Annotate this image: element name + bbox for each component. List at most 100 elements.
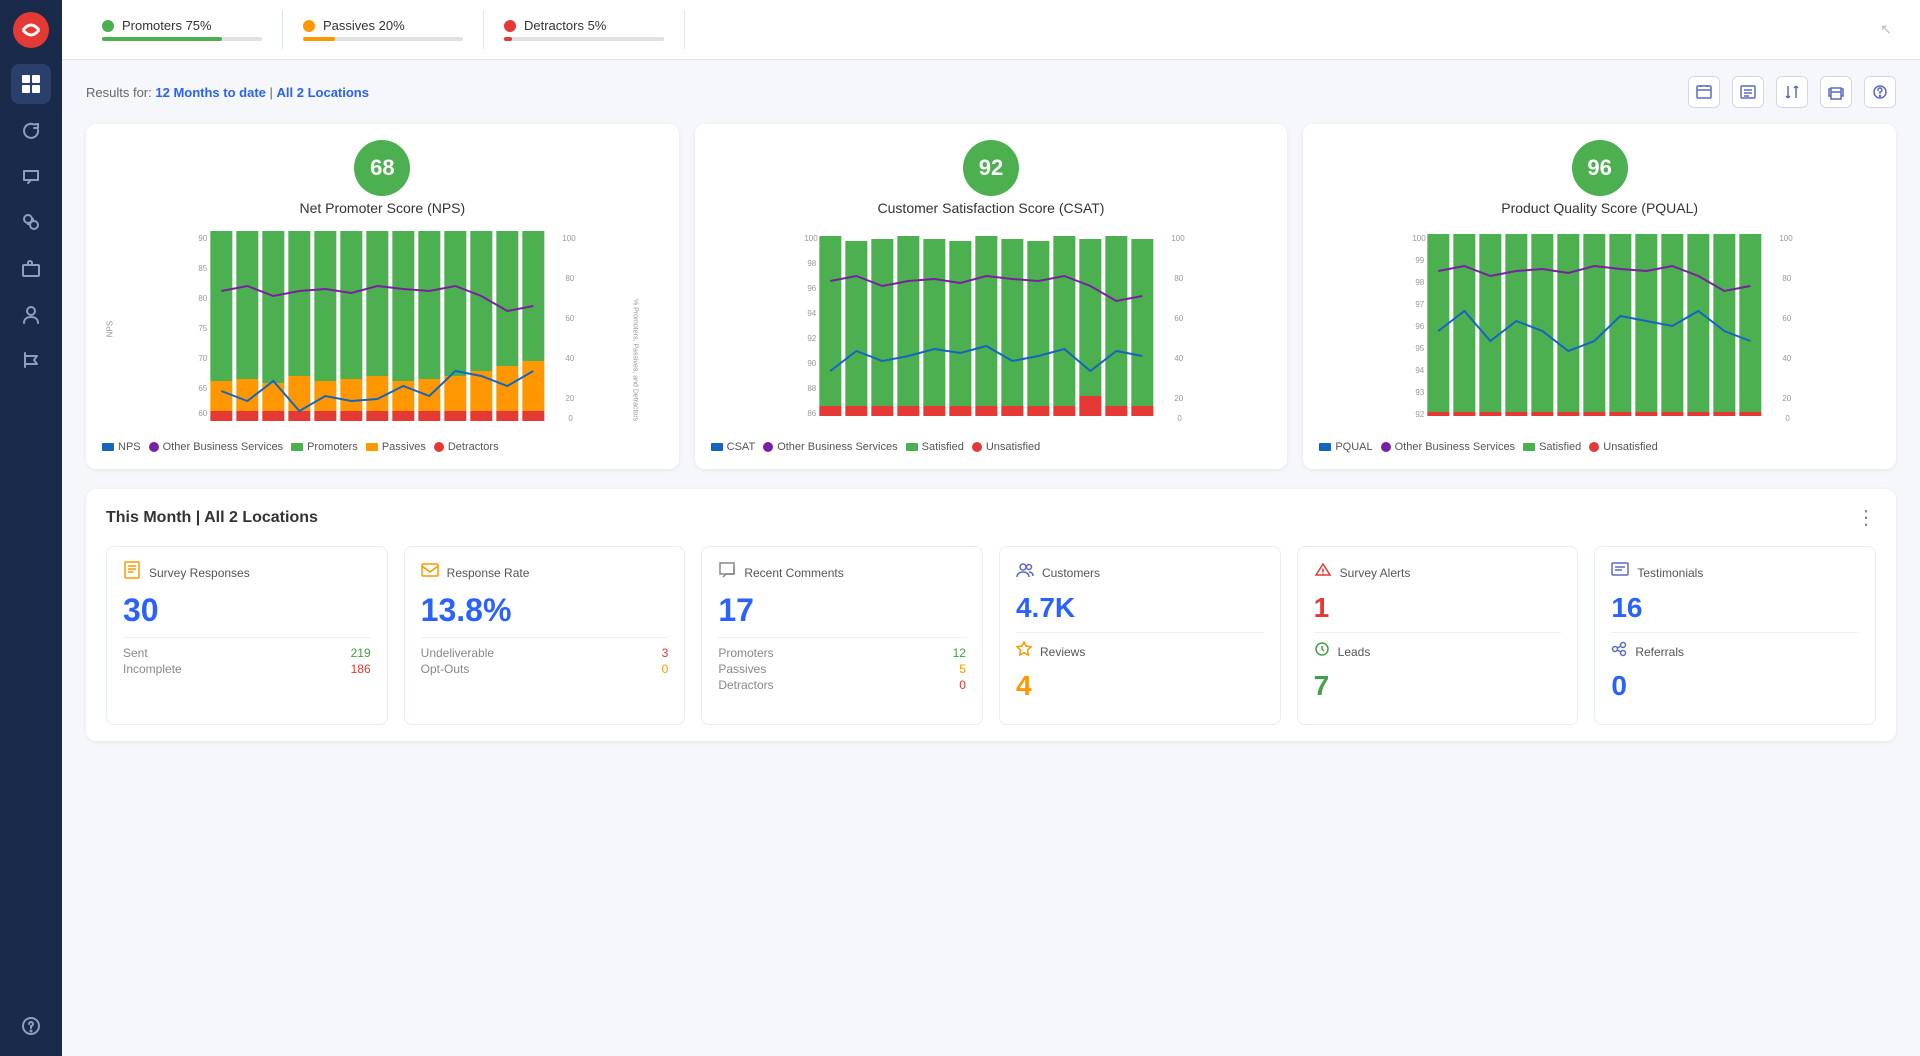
referrals-value: 0	[1611, 670, 1859, 702]
sidebar-item-flag[interactable]	[11, 340, 51, 380]
response-rate-sub: Undeliverable3 Opt-Outs0	[421, 637, 669, 676]
nps-legend-detractors: Detractors	[448, 441, 499, 453]
print-icon[interactable]	[1820, 76, 1852, 108]
svg-text:96: 96	[807, 284, 816, 293]
svg-text:96: 96	[1416, 322, 1425, 331]
section-header: This Month | All 2 Locations ⋮	[106, 505, 1876, 530]
metric-survey-alerts: Survey Alerts 1 Leads	[1297, 546, 1579, 725]
app-logo[interactable]	[11, 10, 51, 50]
sidebar-item-dashboard[interactable]	[11, 64, 51, 104]
promoters-bar	[102, 37, 262, 41]
cursor-icon: ↖	[1880, 21, 1892, 38]
pqual-score-container: 96	[1319, 140, 1880, 196]
customers-icon	[1016, 561, 1034, 584]
nps-legend: NPS Other Business Services Promoters Pa…	[102, 441, 663, 453]
csat-score: 92	[963, 140, 1019, 196]
metric-customers: Customers 4.7K Reviews	[999, 546, 1281, 725]
reviews-value: 4	[1016, 670, 1264, 702]
promoters-sub-value: 12	[953, 646, 966, 660]
survey-responses-sub: Sent219 Incomplete186	[123, 637, 371, 676]
list-icon[interactable]	[1732, 76, 1764, 108]
calendar-icon[interactable]	[1688, 76, 1720, 108]
customers-label: Customers	[1042, 566, 1100, 580]
svg-text:80: 80	[198, 294, 207, 303]
pqual-legend-other: Other Business Services	[1395, 441, 1515, 453]
svg-text:0: 0	[1786, 414, 1791, 423]
survey-alerts-icon	[1314, 561, 1332, 584]
nps-legend-promoters: Promoters	[307, 441, 358, 453]
results-prefix: Results for:	[86, 85, 152, 100]
detractors-sub-value: 0	[959, 678, 966, 692]
svg-text:95: 95	[1416, 344, 1425, 353]
leads-value: 7	[1314, 670, 1562, 702]
pqual-chart-svg: 100 99 98 97 96 95 94 93 92 100 80 60 40…	[1343, 226, 1852, 426]
recent-comments-sub: Promoters12 Passives5 Detractors0	[718, 637, 966, 692]
svg-text:40: 40	[1783, 354, 1792, 363]
svg-text:94: 94	[807, 309, 816, 318]
recent-comments-label: Recent Comments	[744, 566, 843, 580]
metric-header-alerts: Survey Alerts	[1314, 561, 1562, 584]
referrals-icon	[1611, 641, 1627, 662]
svg-text:90: 90	[807, 359, 816, 368]
metric-header-customers: Customers	[1016, 561, 1264, 584]
svg-text:93: 93	[1416, 388, 1425, 397]
svg-text:60: 60	[1783, 314, 1792, 323]
nps-y-label-right: % Promoters, Passives, and Detractors	[631, 299, 638, 359]
sort-icon[interactable]	[1776, 76, 1808, 108]
survey-alerts-value: 1	[1314, 592, 1562, 624]
topbar: Promoters 75% Passives 20% Detractors 5%	[62, 0, 1920, 60]
csat-legend: CSAT Other Business Services Satisfied U…	[711, 441, 1272, 453]
section-title: This Month | All 2 Locations	[106, 509, 318, 527]
csat-legend-csat: CSAT	[727, 441, 756, 453]
svg-text:40: 40	[1174, 354, 1183, 363]
charts-section: 68 Net Promoter Score (NPS) NPS % Promot…	[86, 124, 1896, 469]
optouts-value: 0	[662, 662, 669, 676]
pqual-legend: PQUAL Other Business Services Satisfied …	[1319, 441, 1880, 453]
pqual-legend-satisfied: Satisfied	[1539, 441, 1581, 453]
svg-text:40: 40	[565, 354, 574, 363]
sidebar-item-chat[interactable]	[11, 156, 51, 196]
nps-chart-title: Net Promoter Score (NPS)	[102, 200, 663, 216]
svg-text:98: 98	[1416, 278, 1425, 287]
response-rate-icon	[421, 561, 439, 584]
metric-survey-responses: Survey Responses 30 Sent219 Incomplete18…	[106, 546, 388, 725]
sidebar	[0, 0, 62, 1056]
sidebar-item-refresh[interactable]	[11, 110, 51, 150]
optouts-label: Opt-Outs	[421, 662, 470, 676]
results-text: Results for: 12 Months to date | All 2 L…	[86, 85, 369, 100]
svg-text:92: 92	[807, 334, 816, 343]
metric-header-testimonials: Testimonials	[1611, 561, 1859, 584]
metric-header-response: Response Rate	[421, 561, 669, 584]
sidebar-item-briefcase[interactable]	[11, 248, 51, 288]
svg-text:80: 80	[1783, 274, 1792, 283]
section-menu-button[interactable]: ⋮	[1856, 505, 1876, 530]
svg-text:75: 75	[198, 324, 207, 333]
svg-text:100: 100	[804, 234, 818, 243]
svg-text:70: 70	[198, 354, 207, 363]
testimonials-value: 16	[1611, 592, 1859, 624]
svg-text:90: 90	[198, 234, 207, 243]
sidebar-item-analytics[interactable]	[11, 202, 51, 242]
this-month-section: This Month | All 2 Locations ⋮ Survey Re…	[86, 489, 1896, 741]
customers-value: 4.7K	[1016, 592, 1264, 624]
nps-chart-card: 68 Net Promoter Score (NPS) NPS % Promot…	[86, 124, 679, 469]
pqual-chart-card: 96 Product Quality Score (PQUAL) 100 99 …	[1303, 124, 1896, 469]
undeliverable-label: Undeliverable	[421, 646, 494, 660]
testimonials-label: Testimonials	[1637, 566, 1703, 580]
promoters-label: Promoters 75%	[122, 18, 212, 33]
results-locations: All 2 Locations	[277, 85, 369, 100]
csat-legend-satisfied: Satisfied	[922, 441, 964, 453]
sidebar-item-help[interactable]	[11, 1006, 51, 1046]
promoters-dot	[102, 20, 114, 32]
sidebar-item-person[interactable]	[11, 294, 51, 334]
nps-legend-other: Other Business Services	[163, 441, 283, 453]
nps-y-label-left: NPS	[106, 320, 115, 336]
svg-text:60: 60	[565, 314, 574, 323]
help-icon[interactable]	[1864, 76, 1896, 108]
svg-text:60: 60	[1174, 314, 1183, 323]
results-bar: Results for: 12 Months to date | All 2 L…	[86, 76, 1896, 108]
metric-header-comments: Recent Comments	[718, 561, 966, 584]
metric-header-referrals: Referrals	[1611, 641, 1859, 662]
metric-response-rate: Response Rate 13.8% Undeliverable3 Opt-O…	[404, 546, 686, 725]
svg-text:100: 100	[1780, 234, 1794, 243]
